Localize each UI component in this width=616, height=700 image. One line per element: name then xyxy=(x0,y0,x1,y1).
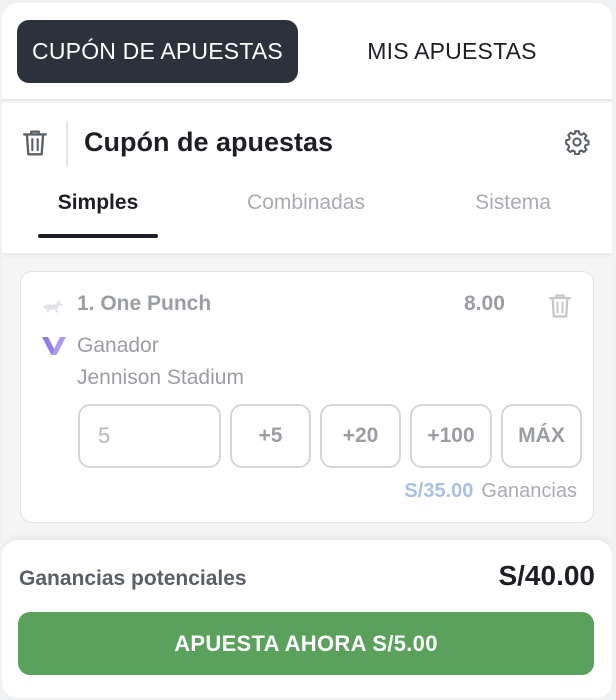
trash-icon[interactable] xyxy=(22,129,48,157)
event-name: Jennison Stadium xyxy=(77,366,244,389)
tab-system[interactable]: Sistema xyxy=(452,191,574,231)
tab-singles[interactable]: Simples xyxy=(38,191,158,231)
payout-label: Ganancias xyxy=(481,480,577,502)
trash-icon[interactable] xyxy=(548,293,572,319)
v-logo-icon xyxy=(42,337,66,355)
betslip-footer: Ganancias potenciales S/40.00 APUESTA AH… xyxy=(2,540,612,698)
tab-combined[interactable]: Combinadas xyxy=(222,191,390,231)
greyhound-icon xyxy=(43,300,63,313)
quick-stake-100-button[interactable]: +100 xyxy=(410,404,492,468)
header-divider xyxy=(66,121,68,167)
gear-icon[interactable] xyxy=(564,129,590,155)
tab-my-bets[interactable]: MIS APUESTAS xyxy=(302,20,602,83)
tab-betslip[interactable]: CUPÓN DE APUESTAS xyxy=(17,20,298,83)
place-bet-button[interactable]: APUESTA AHORA S/5.00 xyxy=(18,612,594,675)
bet-card: 1. One Punch 8.00 Ganador Jennison Stadi… xyxy=(20,271,594,523)
betslip-header: Cupón de apuestas Simples Combinadas Sis… xyxy=(2,103,612,253)
betslip-tabs: CUPÓN DE APUESTAS MIS APUESTAS xyxy=(2,3,612,101)
selection-name: 1. One Punch xyxy=(77,292,212,315)
odds-value: 8.00 xyxy=(464,292,505,315)
payout-amount: S/35.00 xyxy=(404,480,474,502)
bet-payout: S/35.00 Ganancias xyxy=(404,480,577,503)
stake-input[interactable]: 5 xyxy=(78,404,221,468)
potential-winnings-value: S/40.00 xyxy=(498,560,595,591)
active-tab-indicator xyxy=(38,234,158,238)
quick-stake-5-button[interactable]: +5 xyxy=(230,404,311,468)
market-name: Ganador xyxy=(77,334,159,357)
quick-stake-20-button[interactable]: +20 xyxy=(320,404,401,468)
max-stake-button[interactable]: MÁX xyxy=(501,404,582,468)
page-title: Cupón de apuestas xyxy=(84,127,334,157)
potential-winnings-label: Ganancias potenciales xyxy=(19,567,247,590)
betslip-panel: CUPÓN DE APUESTAS MIS APUESTAS Cupón de … xyxy=(2,3,612,698)
